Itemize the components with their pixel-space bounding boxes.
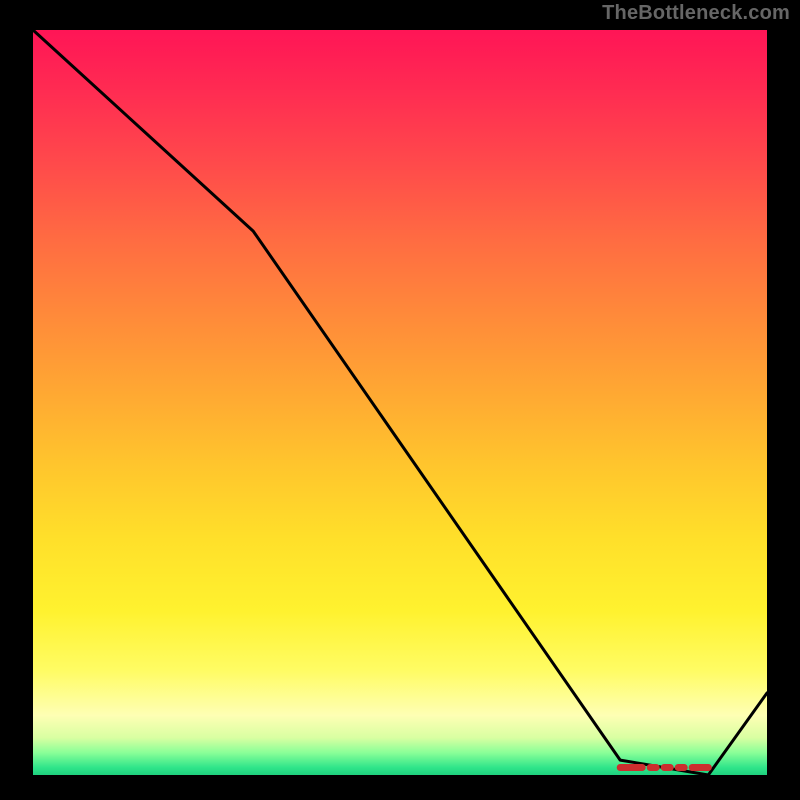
bottleneck-curve	[33, 30, 767, 775]
plot-area	[33, 30, 767, 775]
plot-svg	[33, 30, 767, 775]
chart-frame: TheBottleneck.com	[0, 0, 800, 800]
attribution-label: TheBottleneck.com	[602, 2, 790, 25]
